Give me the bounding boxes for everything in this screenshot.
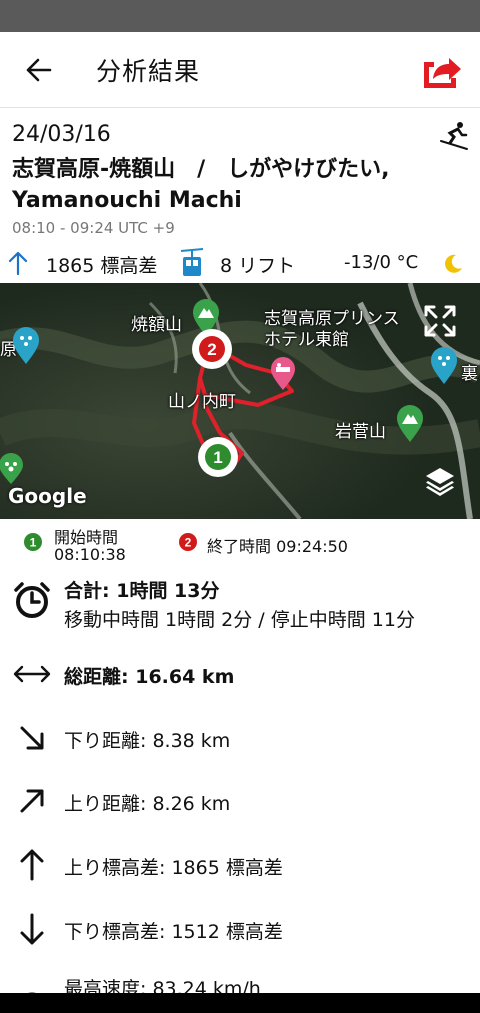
descent: 下り標高差: 1512 標高差 — [64, 921, 283, 943]
svg-text:2: 2 — [185, 536, 192, 550]
ascent-row: 上り標高差: 1865 標高差 — [0, 845, 480, 885]
status-bar — [0, 0, 480, 32]
uphill-distance-row: 上り距離: 8.26 km — [0, 781, 480, 821]
poi-pin-icon-2[interactable] — [430, 347, 458, 385]
lifts-stat: 8 リフト — [220, 255, 296, 277]
end-time: 終了時間 09:24:50 — [207, 537, 348, 556]
start-marker-icon: 1 — [24, 533, 42, 551]
moon-icon — [445, 254, 462, 273]
distance-row: 総距離: 16.64 km — [0, 654, 480, 694]
skier-icon — [440, 122, 468, 150]
start-marker[interactable]: 1 — [196, 435, 240, 479]
ascent: 上り標高差: 1865 標高差 — [64, 857, 283, 879]
start-marker-label: 1 — [213, 448, 222, 467]
track-map[interactable]: 原 焼額山 志賀高原プリンス ホテル東館 山ノ内町 岩菅山 裏 2 1 Goog… — [0, 283, 480, 519]
hotel-pin-icon[interactable] — [270, 357, 296, 391]
arrow-up-icon — [8, 251, 28, 276]
map-label-right: 裏 — [461, 364, 478, 384]
arrow-down-right-icon — [20, 726, 44, 750]
max-speed-row: 最高速度: 83.24 km/h — [0, 968, 480, 993]
poi-pin-icon[interactable] — [12, 327, 40, 365]
map-label-mountain-2: 岩菅山 — [335, 422, 386, 442]
svg-text:1: 1 — [30, 536, 37, 550]
distance-label: 総距離: — [64, 666, 136, 688]
gondola-lift-icon — [180, 248, 204, 276]
back-arrow-icon[interactable] — [18, 52, 58, 88]
moving-stopped-time: 移動中時間 1時間 2分 / 停止中時間 11分 — [64, 609, 415, 631]
map-label-hotel: 志賀高原プリンス ホテル東館 — [264, 309, 400, 350]
activity-location: 志賀高原-焼額山 / しがやけびたい, Yamanouchi Machi — [12, 157, 390, 213]
descent-row: 下り標高差: 1512 標高差 — [0, 909, 480, 949]
navigation-bar — [0, 993, 480, 1013]
app-bar: 分析結果 — [0, 32, 480, 108]
end-marker[interactable]: 2 — [190, 327, 234, 371]
page-title: 分析結果 — [96, 57, 201, 86]
arrow-up-icon — [20, 849, 44, 881]
end-marker-label: 2 — [207, 340, 216, 359]
total-time-row: 合計: 1時間 13分 移動中時間 1時間 2分 / 停止中時間 11分 — [0, 572, 480, 636]
downhill-distance: 下り距離: 8.38 km — [64, 730, 231, 752]
arrow-down-icon — [20, 913, 44, 945]
elevation-stat: 1865 標高差 — [46, 255, 158, 277]
activity-date: 24/03/16 — [12, 122, 111, 147]
max-speed: 最高速度: 83.24 km/h — [64, 978, 261, 993]
map-legend: 1 開始時間 08:10:38 2 終了時間 09:24:50 — [0, 519, 480, 569]
map-label-town: 山ノ内町 — [168, 392, 236, 412]
temperature-stat: -13/0 °C — [344, 252, 419, 273]
stopwatch-icon — [14, 582, 50, 618]
share-icon[interactable] — [418, 48, 466, 92]
distance-value: 16.64 km — [135, 666, 235, 688]
end-marker-icon: 2 — [179, 533, 197, 551]
mountain-pin-icon-2[interactable] — [396, 405, 424, 443]
downhill-distance-row: 下り距離: 8.38 km — [0, 718, 480, 758]
arrow-up-right-icon — [20, 789, 44, 813]
total-label: 合計: — [64, 580, 117, 602]
fullscreen-icon[interactable] — [424, 305, 456, 337]
quick-stats: 1865 標高差 8 リフト -13/0 °C — [0, 246, 480, 280]
google-attribution: Google — [8, 484, 87, 508]
total-value: 1時間 13分 — [116, 580, 220, 602]
layers-icon[interactable] — [424, 464, 456, 496]
activity-time-range: 08:10 - 09:24 UTC +9 — [12, 219, 175, 237]
speedometer-icon — [28, 992, 36, 993]
poi-pin-icon-3[interactable] — [0, 453, 24, 485]
start-time-value: 08:10:38 — [54, 545, 126, 564]
horizontal-arrows-icon — [13, 665, 51, 683]
map-label-mountain: 焼額山 — [131, 315, 182, 335]
uphill-distance: 上り距離: 8.26 km — [64, 793, 231, 815]
